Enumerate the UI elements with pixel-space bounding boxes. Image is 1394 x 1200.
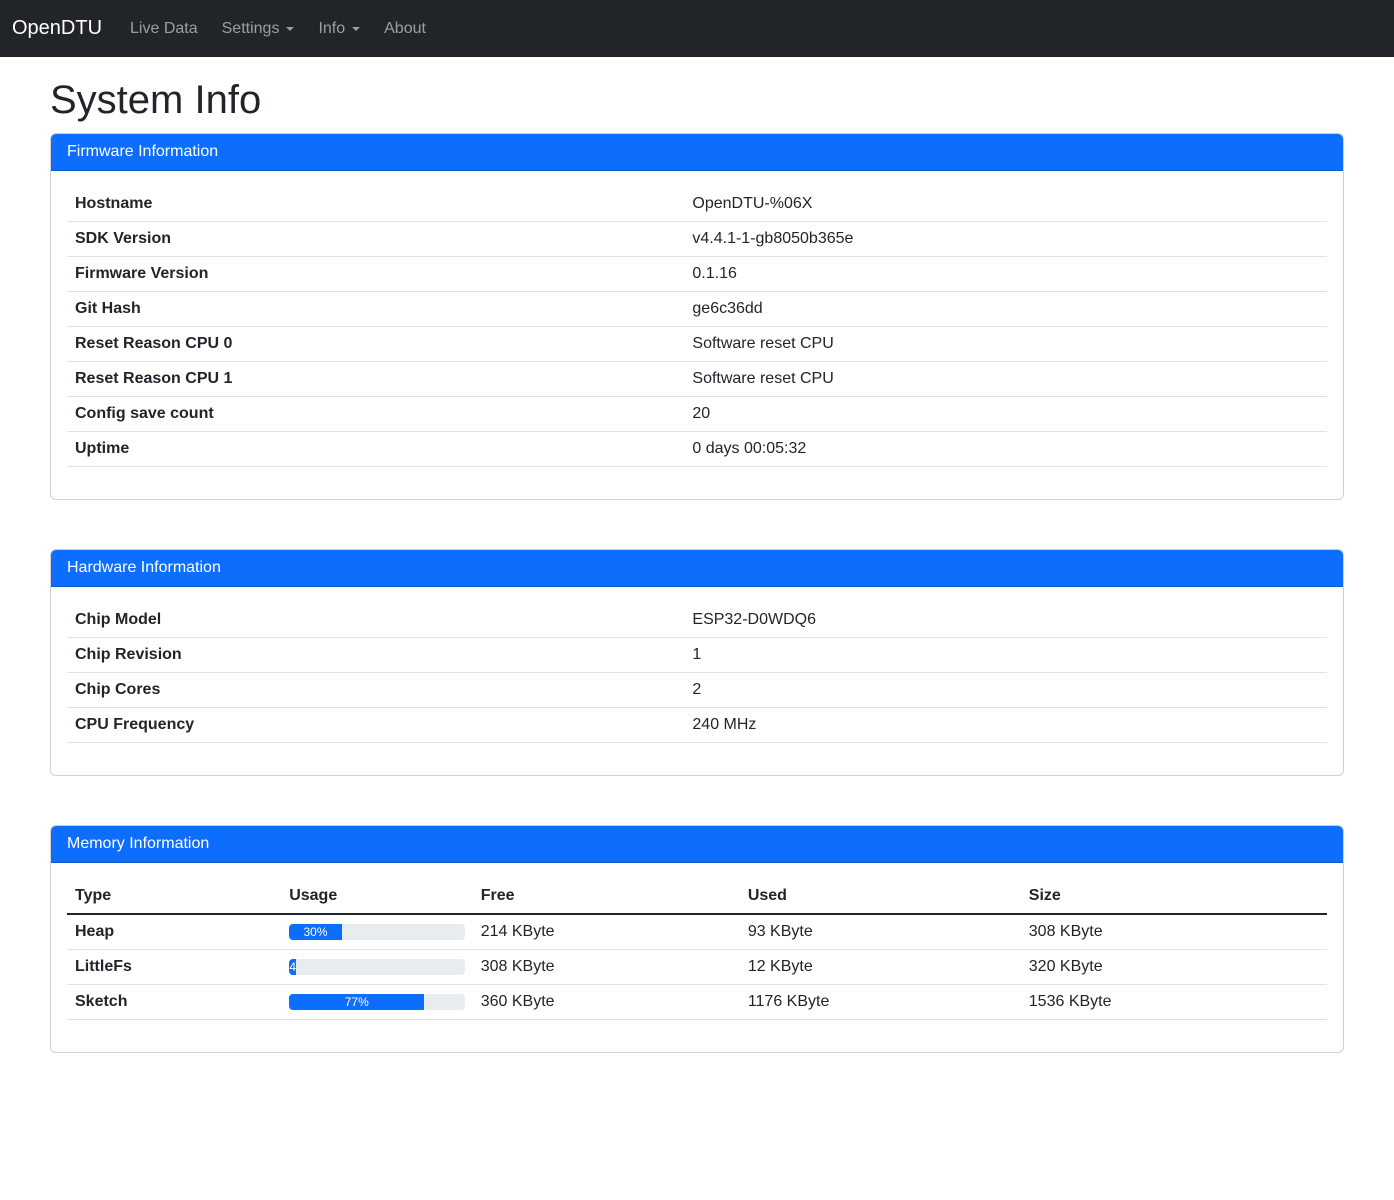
table-row: Heap 30% 214 KByte 93 KByte 308 KByt — [67, 914, 1327, 950]
row-label: SDK Version — [67, 222, 684, 257]
size-value: 320 KByte — [1021, 950, 1327, 985]
table-row: Config save count 20 — [67, 397, 1327, 432]
memory-card-body: Type Usage Free Used Size Heap — [51, 863, 1343, 1052]
progress-label: 4 — [289, 959, 296, 975]
progress-track: 4 — [289, 959, 465, 975]
usage-cell: 77% — [281, 985, 473, 1020]
memory-table: Type Usage Free Used Size Heap — [67, 879, 1327, 1020]
firmware-card-body: Hostname OpenDTU-%06X SDK Version v4.4.1… — [51, 171, 1343, 499]
nav-item-label: Settings — [222, 20, 280, 38]
row-value: ge6c36dd — [684, 292, 1327, 327]
table-row: Git Hash ge6c36dd — [67, 292, 1327, 327]
table-header-row: Type Usage Free Used Size — [67, 879, 1327, 914]
column-header-size: Size — [1021, 879, 1327, 914]
row-label: Chip Cores — [67, 673, 684, 708]
table-row: Uptime 0 days 00:05:32 — [67, 432, 1327, 467]
chevron-down-icon — [286, 27, 294, 31]
row-value: 240 MHz — [684, 708, 1327, 743]
page: OpenDTU Live Data Settings Info About Sy… — [0, 0, 1394, 1200]
progress-bar: 30% — [289, 924, 342, 940]
table-row: Chip Cores 2 — [67, 673, 1327, 708]
used-value: 1176 KByte — [740, 985, 1021, 1020]
nav-item-label: Info — [318, 20, 345, 38]
row-label: Hostname — [67, 187, 684, 222]
nav-item-settings[interactable]: Settings — [214, 12, 303, 46]
table-row: Hostname OpenDTU-%06X — [67, 187, 1327, 222]
firmware-information-card: Firmware Information Hostname OpenDTU-%0… — [50, 133, 1344, 500]
hardware-information-card: Hardware Information Chip Model ESP32-D0… — [50, 549, 1344, 776]
navbar: OpenDTU Live Data Settings Info About — [0, 0, 1394, 57]
row-label: Chip Revision — [67, 638, 684, 673]
hardware-table: Chip Model ESP32-D0WDQ6 Chip Revision 1 … — [67, 603, 1327, 743]
firmware-card-header: Firmware Information — [51, 134, 1343, 171]
row-label: Uptime — [67, 432, 684, 467]
row-value: 0 days 00:05:32 — [684, 432, 1327, 467]
row-label: Reset Reason CPU 0 — [67, 327, 684, 362]
row-value: ESP32-D0WDQ6 — [684, 603, 1327, 638]
row-label: Config save count — [67, 397, 684, 432]
row-label: Git Hash — [67, 292, 684, 327]
usage-cell: 4 — [281, 950, 473, 985]
progress-label: 30% — [303, 924, 327, 940]
table-row: Reset Reason CPU 0 Software reset CPU — [67, 327, 1327, 362]
progress-bar: 77% — [289, 994, 424, 1010]
memory-type: LittleFs — [67, 950, 281, 985]
row-value: 1 — [684, 638, 1327, 673]
row-value: Software reset CPU — [684, 327, 1327, 362]
nav-item-label: About — [384, 20, 426, 38]
navbar-nav: Live Data Settings Info About — [122, 12, 442, 46]
free-value: 214 KByte — [473, 914, 740, 950]
progress-track: 77% — [289, 994, 465, 1010]
row-value: 20 — [684, 397, 1327, 432]
column-header-type: Type — [67, 879, 281, 914]
memory-card-header: Memory Information — [51, 826, 1343, 863]
progress-track: 30% — [289, 924, 465, 940]
progress-label: 77% — [345, 994, 369, 1010]
table-row: CPU Frequency 240 MHz — [67, 708, 1327, 743]
used-value: 12 KByte — [740, 950, 1021, 985]
table-row: Reset Reason CPU 1 Software reset CPU — [67, 362, 1327, 397]
free-value: 308 KByte — [473, 950, 740, 985]
size-value: 1536 KByte — [1021, 985, 1327, 1020]
table-row: Chip Model ESP32-D0WDQ6 — [67, 603, 1327, 638]
table-row: Sketch 77% 360 KByte 1176 KByte 1536 — [67, 985, 1327, 1020]
column-header-used: Used — [740, 879, 1021, 914]
column-header-free: Free — [473, 879, 740, 914]
memory-type: Sketch — [67, 985, 281, 1020]
usage-cell: 30% — [281, 914, 473, 950]
progress-bar: 4 — [289, 959, 296, 975]
row-value: v4.4.1-1-gb8050b365e — [684, 222, 1327, 257]
row-label: Firmware Version — [67, 257, 684, 292]
row-label: Chip Model — [67, 603, 684, 638]
size-value: 308 KByte — [1021, 914, 1327, 950]
table-row: SDK Version v4.4.1-1-gb8050b365e — [67, 222, 1327, 257]
nav-item-about[interactable]: About — [376, 12, 434, 46]
row-value: 2 — [684, 673, 1327, 708]
table-row: Chip Revision 1 — [67, 638, 1327, 673]
nav-item-live-data[interactable]: Live Data — [122, 12, 206, 46]
table-row: Firmware Version 0.1.16 — [67, 257, 1327, 292]
row-value: 0.1.16 — [684, 257, 1327, 292]
firmware-table: Hostname OpenDTU-%06X SDK Version v4.4.1… — [67, 187, 1327, 467]
page-title: System Info — [50, 76, 1344, 124]
memory-information-card: Memory Information Type Usage Free Used … — [50, 825, 1344, 1053]
column-header-usage: Usage — [281, 879, 473, 914]
main-content: System Info Firmware Information Hostnam… — [0, 76, 1394, 1053]
used-value: 93 KByte — [740, 914, 1021, 950]
table-row: LittleFs 4 308 KByte 12 KByte 320 KB — [67, 950, 1327, 985]
row-label: Reset Reason CPU 1 — [67, 362, 684, 397]
nav-item-info[interactable]: Info — [310, 12, 368, 46]
hardware-card-header: Hardware Information — [51, 550, 1343, 587]
row-value: OpenDTU-%06X — [684, 187, 1327, 222]
row-value: Software reset CPU — [684, 362, 1327, 397]
free-value: 360 KByte — [473, 985, 740, 1020]
row-label: CPU Frequency — [67, 708, 684, 743]
chevron-down-icon — [352, 27, 360, 31]
brand-link[interactable]: OpenDTU — [12, 13, 102, 44]
nav-item-label: Live Data — [130, 20, 198, 38]
memory-type: Heap — [67, 914, 281, 950]
hardware-card-body: Chip Model ESP32-D0WDQ6 Chip Revision 1 … — [51, 587, 1343, 775]
